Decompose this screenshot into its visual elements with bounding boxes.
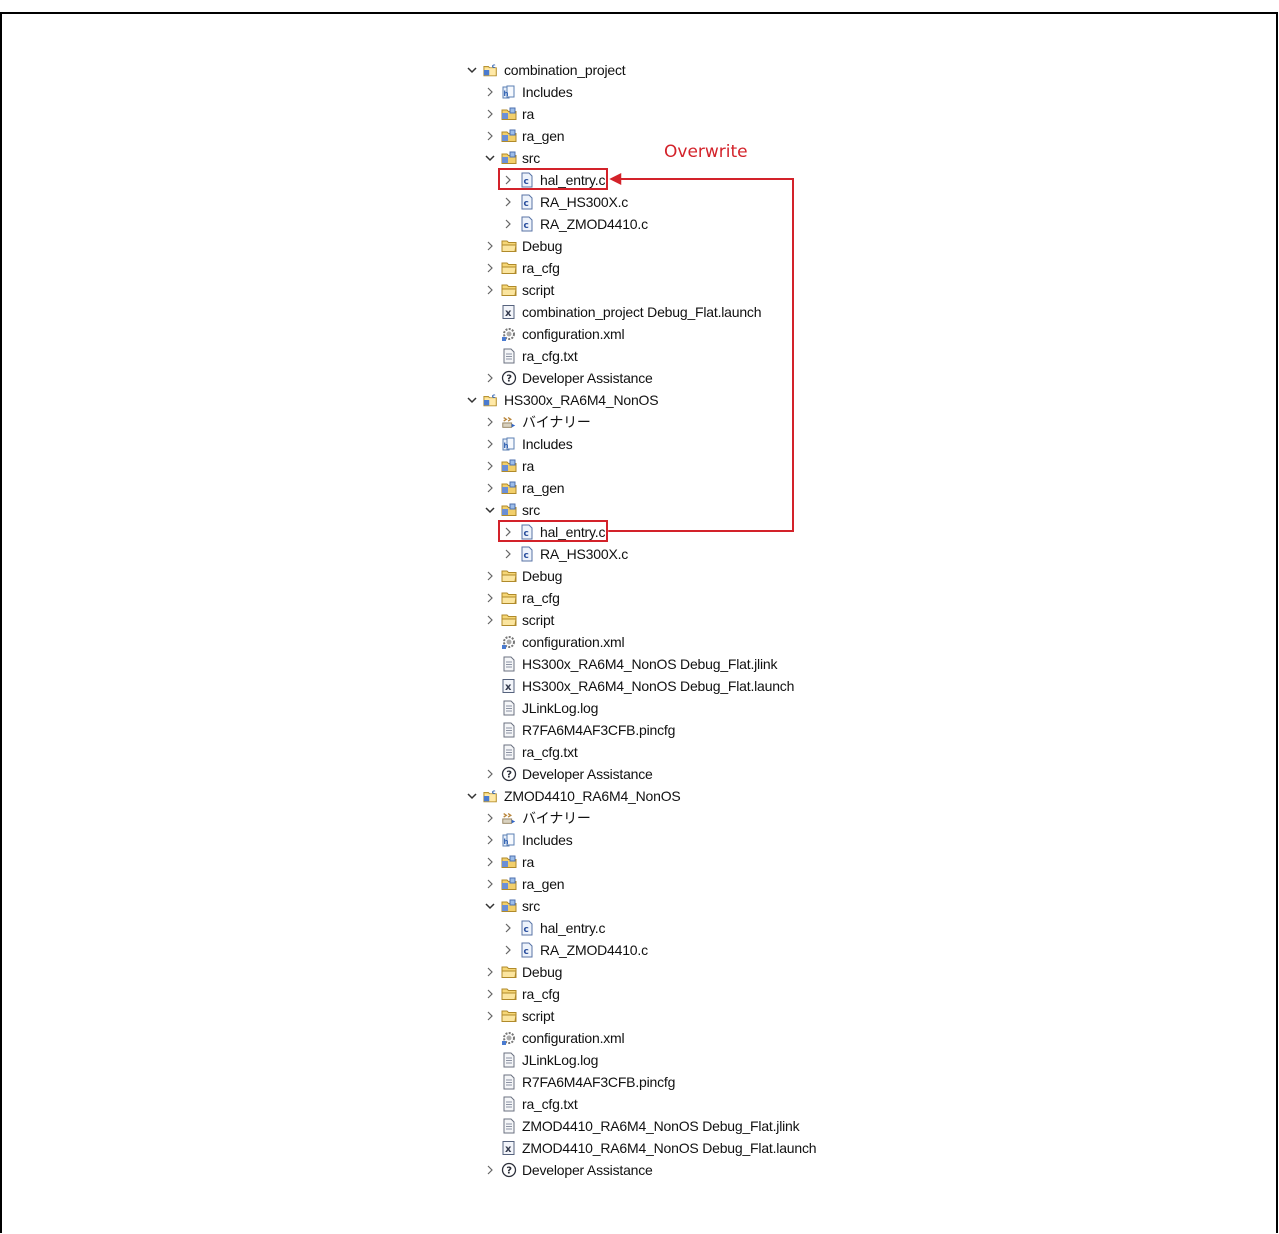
overwrite-highlight-box (498, 168, 609, 190)
overwrite-arrowhead (609, 173, 622, 185)
overwrite-arrow (608, 173, 794, 532)
overwrite-highlight-box (498, 520, 609, 542)
overwrite-arrow-line (608, 178, 794, 532)
